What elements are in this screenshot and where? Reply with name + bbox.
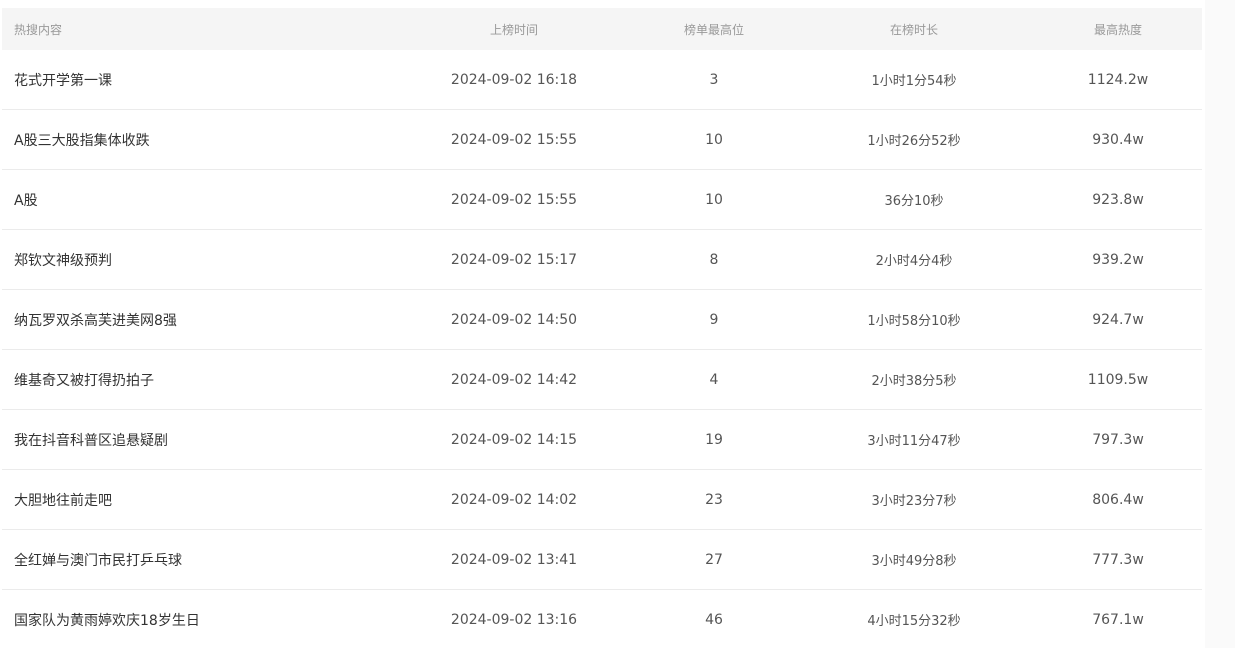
table-header: 热搜内容 上榜时间 榜单最高位 在榜时长 最高热度 — [2, 8, 1202, 50]
cell-time: 2024-09-02 13:16 — [450, 611, 578, 628]
cell-title[interactable]: 纳瓦罗双杀高芙进美网8强 — [2, 310, 394, 330]
header-duration[interactable]: 在榜时长 — [794, 21, 1034, 38]
table-row[interactable]: A股三大股指集体收跌 2024-09-02 15:55 10 1小时26分52秒… — [2, 110, 1202, 170]
table-row[interactable]: 大胆地往前走吧 2024-09-02 14:02 23 3小时23分7秒 806… — [2, 470, 1202, 530]
cell-rank: 19 — [705, 431, 723, 448]
cell-time: 2024-09-02 15:17 — [450, 251, 578, 268]
cell-time: 2024-09-02 16:18 — [450, 71, 578, 88]
table-row[interactable]: 全红婵与澳门市民打乒乓球 2024-09-02 13:41 27 3小时49分8… — [2, 530, 1202, 590]
cell-title[interactable]: 花式开学第一课 — [2, 70, 394, 90]
cell-title[interactable]: A股三大股指集体收跌 — [2, 130, 394, 150]
table-row[interactable]: 我在抖音科普区追悬疑剧 2024-09-02 14:15 19 3小时11分47… — [2, 410, 1202, 470]
cell-duration: 3小时23分7秒 — [871, 494, 957, 509]
cell-time: 2024-09-02 15:55 — [450, 131, 578, 148]
cell-title[interactable]: 全红婵与澳门市民打乒乓球 — [2, 550, 394, 570]
cell-title[interactable]: 国家队为黄雨婷欢庆18岁生日 — [2, 610, 394, 630]
cell-title[interactable]: 郑钦文神级预判 — [2, 250, 394, 270]
cell-rank: 10 — [705, 131, 723, 148]
hot-search-table: 热搜内容 上榜时间 榜单最高位 在榜时长 最高热度 花式开学第一课 2024-0… — [2, 8, 1202, 648]
table-row[interactable]: 纳瓦罗双杀高芙进美网8强 2024-09-02 14:50 9 1小时58分10… — [2, 290, 1202, 350]
cell-heat: 806.4w — [1092, 491, 1144, 508]
cell-title[interactable]: 我在抖音科普区追悬疑剧 — [2, 430, 394, 450]
cell-heat: 939.2w — [1092, 251, 1144, 268]
cell-time: 2024-09-02 14:02 — [450, 491, 578, 508]
cell-duration: 36分10秒 — [884, 194, 944, 209]
cell-duration: 1小时1分54秒 — [871, 74, 957, 89]
cell-duration: 4小时15分32秒 — [867, 614, 961, 629]
table-row[interactable]: 郑钦文神级预判 2024-09-02 15:17 8 2小时4分4秒 939.2… — [2, 230, 1202, 290]
cell-rank: 9 — [709, 311, 719, 328]
cell-title[interactable]: 大胆地往前走吧 — [2, 490, 394, 510]
cell-rank: 3 — [709, 71, 719, 88]
cell-heat: 777.3w — [1092, 551, 1144, 568]
cell-heat: 797.3w — [1092, 431, 1144, 448]
cell-rank: 46 — [705, 611, 723, 628]
cell-time: 2024-09-02 14:42 — [450, 371, 578, 388]
cell-time: 2024-09-02 15:55 — [450, 191, 578, 208]
cell-heat: 930.4w — [1092, 131, 1144, 148]
cell-duration: 3小时11分47秒 — [867, 434, 961, 449]
scrollbar-track[interactable] — [1205, 0, 1235, 648]
cell-duration: 1小时58分10秒 — [867, 314, 961, 329]
cell-heat: 923.8w — [1092, 191, 1144, 208]
cell-time: 2024-09-02 14:15 — [450, 431, 578, 448]
cell-rank: 8 — [709, 251, 719, 268]
cell-heat: 924.7w — [1092, 311, 1144, 328]
header-time[interactable]: 上榜时间 — [394, 21, 634, 38]
cell-time: 2024-09-02 14:50 — [450, 311, 578, 328]
cell-duration: 1小时26分52秒 — [867, 134, 961, 149]
cell-rank: 10 — [705, 191, 723, 208]
table-row[interactable]: 花式开学第一课 2024-09-02 16:18 3 1小时1分54秒 1124… — [2, 50, 1202, 110]
cell-rank: 27 — [705, 551, 723, 568]
cell-title[interactable]: 维基奇又被打得扔拍子 — [2, 370, 394, 390]
table-row[interactable]: 国家队为黄雨婷欢庆18岁生日 2024-09-02 13:16 46 4小时15… — [2, 590, 1202, 648]
header-title[interactable]: 热搜内容 — [2, 21, 394, 38]
cell-time: 2024-09-02 13:41 — [450, 551, 578, 568]
cell-heat: 1109.5w — [1087, 371, 1149, 388]
cell-heat: 767.1w — [1092, 611, 1144, 628]
cell-duration: 3小时49分8秒 — [871, 554, 957, 569]
table-row[interactable]: 维基奇又被打得扔拍子 2024-09-02 14:42 4 2小时38分5秒 1… — [2, 350, 1202, 410]
cell-rank: 23 — [705, 491, 723, 508]
page: 热搜内容 上榜时间 榜单最高位 在榜时长 最高热度 花式开学第一课 2024-0… — [0, 0, 1235, 648]
cell-duration: 2小时4分4秒 — [875, 254, 953, 269]
cell-title[interactable]: A股 — [2, 190, 394, 210]
cell-heat: 1124.2w — [1087, 71, 1149, 88]
cell-rank: 4 — [709, 371, 719, 388]
table-row[interactable]: A股 2024-09-02 15:55 10 36分10秒 923.8w — [2, 170, 1202, 230]
header-rank[interactable]: 榜单最高位 — [634, 21, 794, 38]
cell-duration: 2小时38分5秒 — [871, 374, 957, 389]
header-heat[interactable]: 最高热度 — [1034, 21, 1202, 38]
